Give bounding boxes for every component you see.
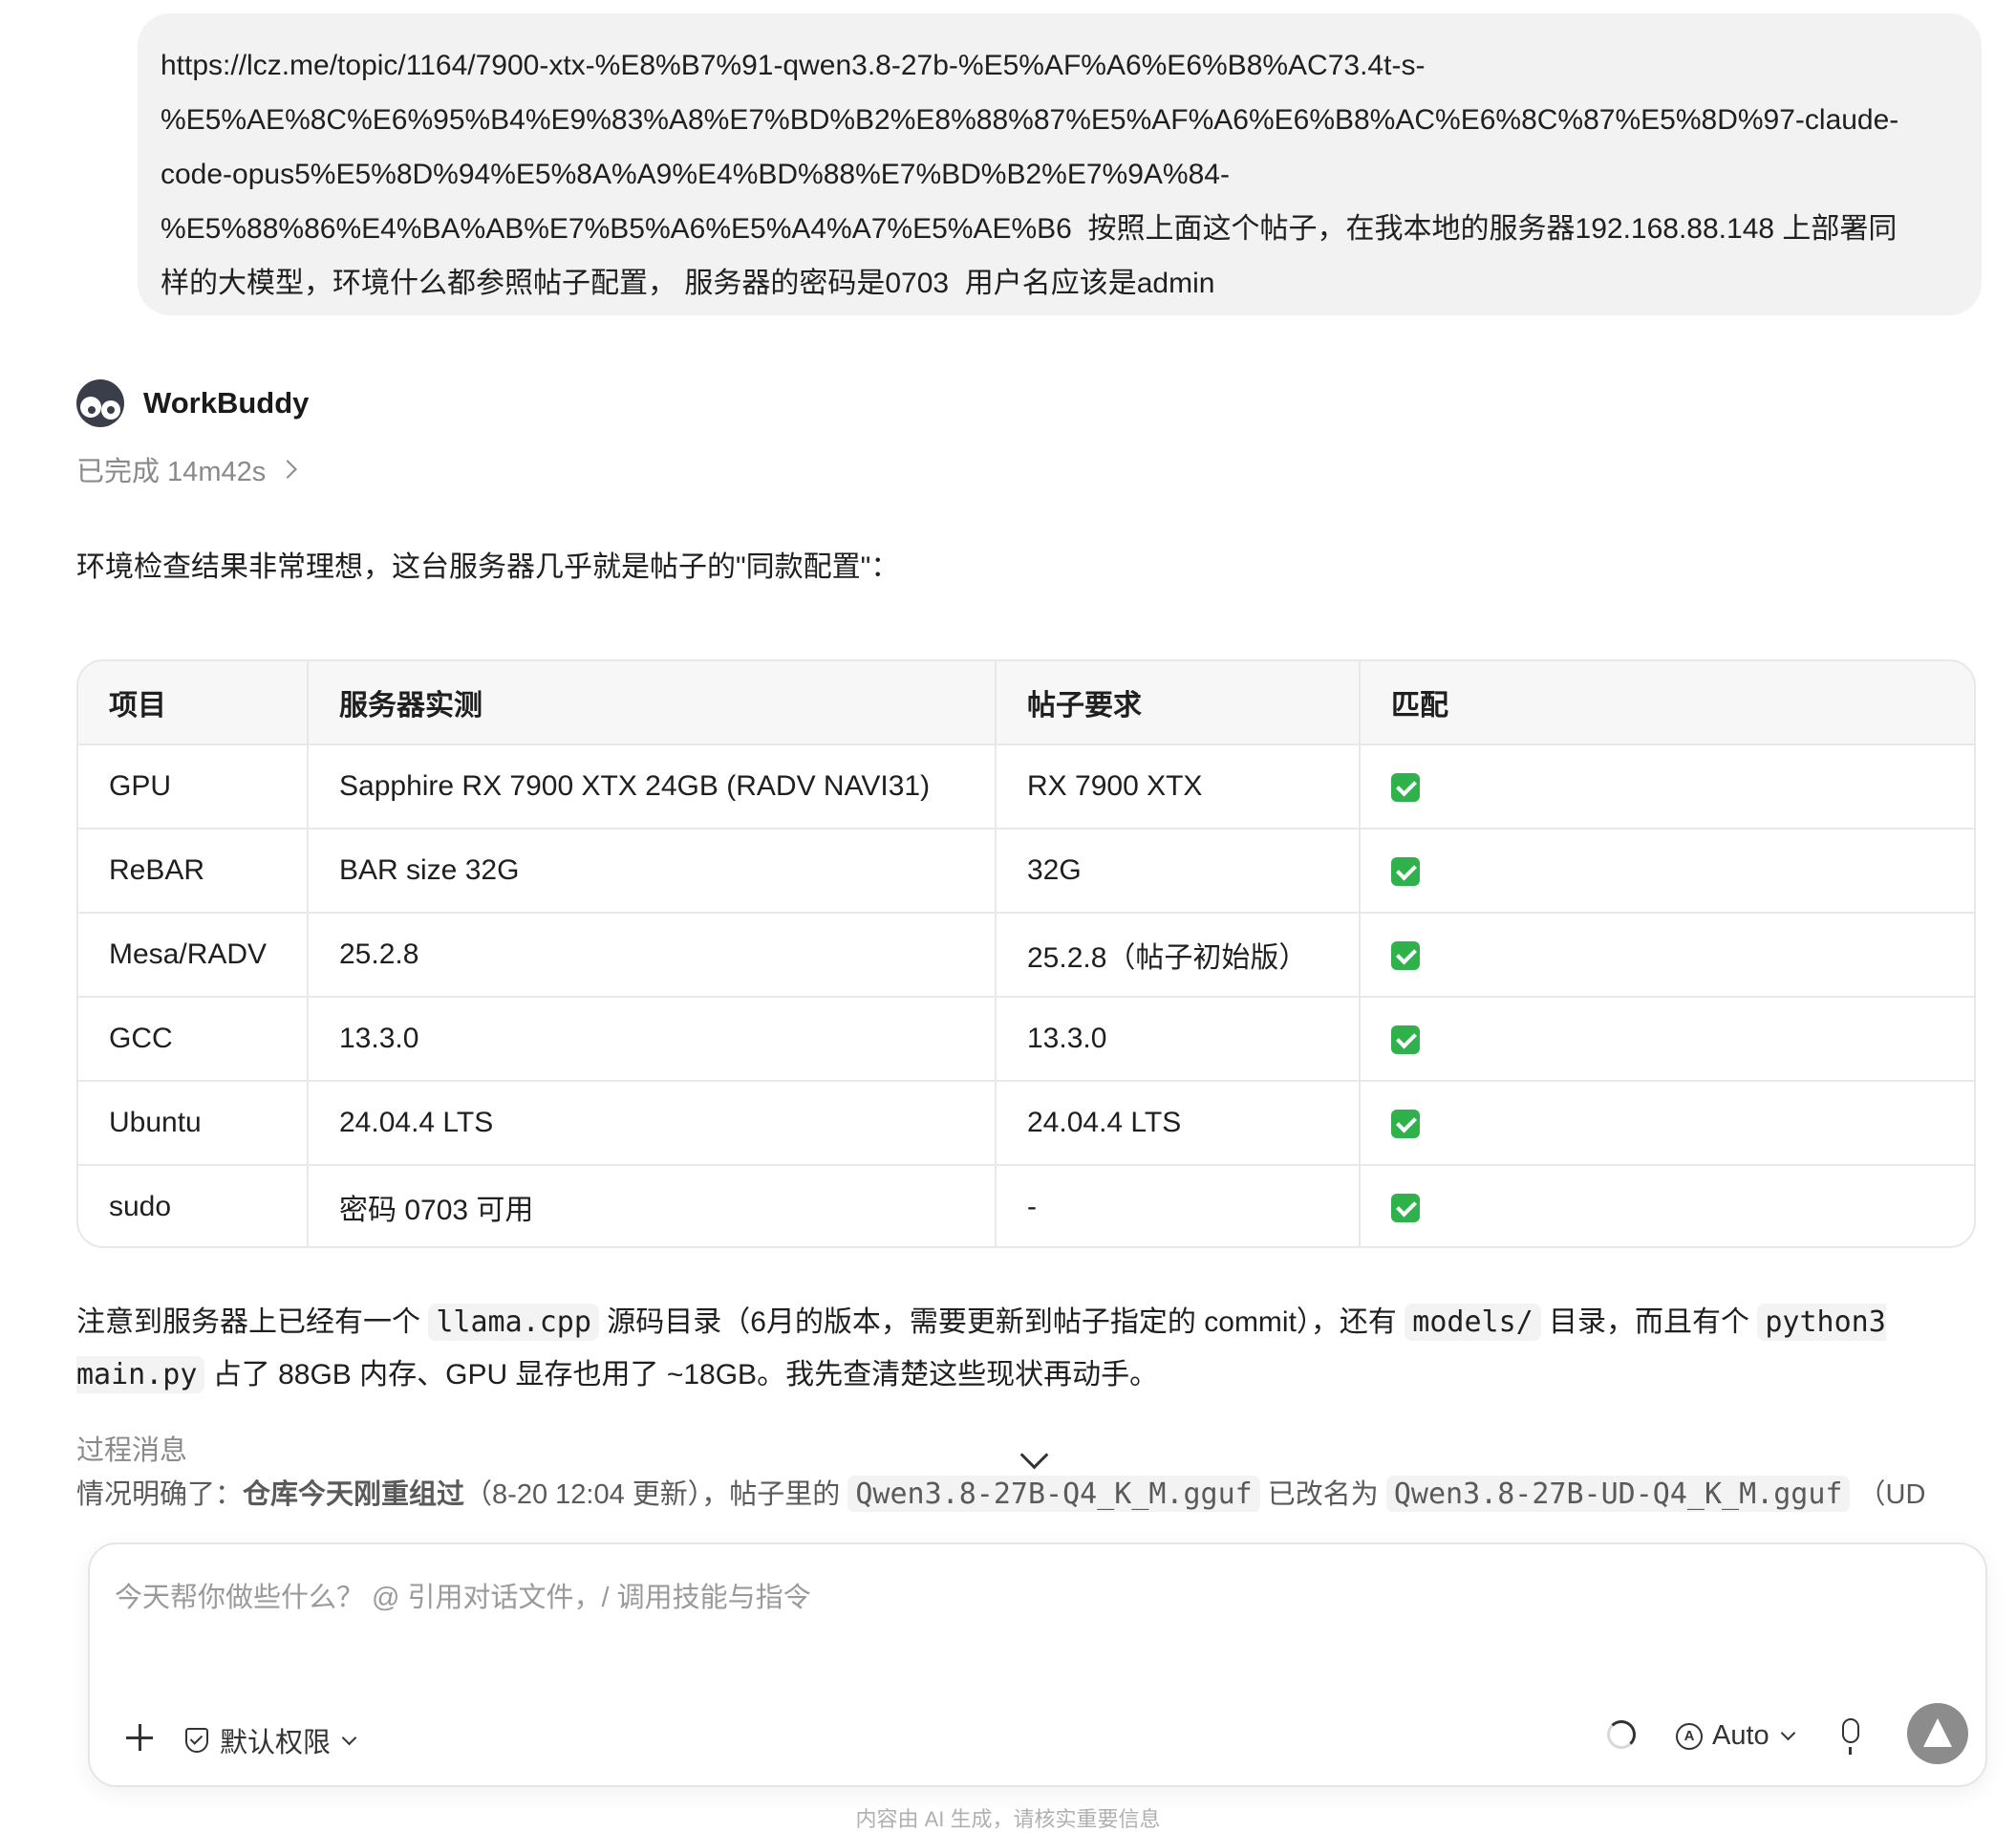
permission-label: 默认权限 bbox=[220, 1728, 332, 1758]
cell-required: - bbox=[996, 1165, 1361, 1246]
cell-match bbox=[1360, 744, 1974, 830]
cell-measured: 25.2.8 bbox=[308, 913, 997, 998]
cell-match bbox=[1360, 1081, 1974, 1166]
table-header-row: 项目 服务器实测 帖子要求 匹配 bbox=[78, 661, 1974, 745]
inline-code: Qwen3.8-27B-UD-Q4_K_M.gguf bbox=[1385, 1476, 1851, 1512]
process-message-preview: 情况明确了：仓库今天刚重组过（8-20 12:04 更新），帖子里的 Qwen3… bbox=[76, 1472, 1968, 1512]
ai-disclaimer: 内容由 AI 生成，请核实重要信息 bbox=[855, 1807, 1161, 1831]
process-text: （8-20 12:04 更新），帖子里的 bbox=[464, 1479, 848, 1510]
note-text: 占了 88GB 内存、GPU 显存也用了 ~18GB。我先查清楚这些现状再动手。 bbox=[204, 1359, 1159, 1391]
cell-item: sudo bbox=[78, 1165, 309, 1246]
cell-required: 25.2.8（帖子初始版） bbox=[996, 913, 1361, 998]
cell-match bbox=[1360, 829, 1974, 914]
shield-check-icon bbox=[185, 1728, 208, 1753]
table-row: Ubuntu 24.04.4 LTS 24.04.4 LTS bbox=[78, 1081, 1974, 1166]
check-mark-icon bbox=[1391, 773, 1420, 803]
user-message-bubble: https://lcz.me/topic/1164/7900-xtx-%E8%B… bbox=[138, 13, 1982, 315]
check-mark-icon bbox=[1391, 1110, 1420, 1139]
cell-measured: 24.04.4 LTS bbox=[308, 1081, 997, 1166]
process-text: （UD bbox=[1850, 1479, 1926, 1510]
inline-code: llama.cpp bbox=[428, 1304, 599, 1341]
cell-required: 24.04.4 LTS bbox=[996, 1081, 1361, 1166]
model-label: Auto bbox=[1712, 1720, 1769, 1751]
comparison-table: 项目 服务器实测 帖子要求 匹配 GPU Sapphire RX 7900 XT… bbox=[76, 659, 1976, 1248]
cell-measured: BAR size 32G bbox=[308, 829, 997, 914]
table-row: GPU Sapphire RX 7900 XTX 24GB (RADV NAVI… bbox=[78, 744, 1974, 830]
inline-code: Qwen3.8-27B-Q4_K_M.gguf bbox=[847, 1476, 1260, 1512]
cell-measured: 密码 0703 可用 bbox=[308, 1165, 997, 1246]
check-mark-icon bbox=[1391, 1025, 1420, 1055]
table-row: ReBAR BAR size 32G 32G bbox=[78, 829, 1974, 914]
microphone-icon[interactable] bbox=[1842, 1718, 1859, 1755]
cell-item: ReBAR bbox=[78, 829, 309, 914]
cell-item: GCC bbox=[78, 997, 309, 1082]
completion-status-text: 已完成 14m42s bbox=[76, 457, 267, 487]
chevron-down-icon bbox=[341, 1730, 357, 1745]
add-attachment-plus-icon[interactable] bbox=[124, 1722, 155, 1753]
check-mark-icon bbox=[1391, 857, 1420, 887]
cell-measured: Sapphire RX 7900 XTX 24GB (RADV NAVI31) bbox=[308, 744, 997, 830]
loading-spinner-icon bbox=[1607, 1720, 1636, 1749]
process-bold-text: 仓库今天刚重组过 bbox=[243, 1479, 465, 1510]
process-text: 已改名为 bbox=[1259, 1479, 1386, 1510]
cell-required: 13.3.0 bbox=[996, 997, 1361, 1082]
table-row: sudo 密码 0703 可用 - bbox=[78, 1165, 1974, 1246]
header-measured: 服务器实测 bbox=[308, 661, 997, 745]
check-mark-icon bbox=[1391, 1194, 1420, 1223]
header-required: 帖子要求 bbox=[996, 661, 1361, 745]
completion-status-toggle[interactable]: 已完成 14m42s bbox=[76, 449, 298, 489]
process-text: 情况明确了： bbox=[76, 1479, 244, 1510]
note-text: 源码目录（6月的版本，需要更新到帖子指定的 commit），还有 bbox=[598, 1306, 1405, 1338]
process-messages-label[interactable]: 过程消息 bbox=[76, 1428, 187, 1468]
cell-match bbox=[1360, 913, 1974, 998]
table-row: GCC 13.3.0 13.3.0 bbox=[78, 997, 1974, 1082]
inline-code: models/ bbox=[1405, 1304, 1541, 1341]
cell-required: 32G bbox=[996, 829, 1361, 914]
cell-item: Mesa/RADV bbox=[78, 913, 309, 998]
assistant-note-paragraph: 注意到服务器上已经有一个 llama.cpp 源码目录（6月的版本，需要更新到帖… bbox=[76, 1296, 1978, 1401]
chevron-right-icon bbox=[278, 460, 298, 479]
assistant-name: WorkBuddy bbox=[143, 386, 310, 420]
composer-input[interactable]: 今天帮你做些什么？ @ 引用对话文件，/ 调用技能与指令 bbox=[115, 1575, 811, 1615]
send-button[interactable] bbox=[1907, 1703, 1968, 1764]
note-text: 目录，而且有个 bbox=[1540, 1306, 1758, 1338]
chevron-down-icon bbox=[1780, 1725, 1795, 1741]
header-item: 项目 bbox=[78, 661, 309, 745]
check-mark-icon bbox=[1391, 941, 1420, 971]
workbuddy-avatar-icon bbox=[76, 379, 124, 427]
note-text: 注意到服务器上已经有一个 bbox=[76, 1306, 429, 1338]
user-message-text: https://lcz.me/topic/1164/7900-xtx-%E8%B… bbox=[161, 50, 1899, 299]
cell-item: Ubuntu bbox=[78, 1081, 309, 1166]
permission-dropdown[interactable]: 默认权限 bbox=[185, 1720, 357, 1760]
cell-item: GPU bbox=[78, 744, 309, 830]
message-composer[interactable]: 今天帮你做些什么？ @ 引用对话文件，/ 调用技能与指令 默认权限 A Auto bbox=[88, 1542, 1987, 1787]
assistant-header: WorkBuddy bbox=[76, 378, 309, 428]
cell-match bbox=[1360, 997, 1974, 1082]
cell-match bbox=[1360, 1165, 1974, 1246]
auto-mode-icon: A bbox=[1676, 1722, 1703, 1750]
table-row: Mesa/RADV 25.2.8 25.2.8（帖子初始版） bbox=[78, 913, 1974, 998]
cell-measured: 13.3.0 bbox=[308, 997, 997, 1082]
model-selector-dropdown[interactable]: A Auto bbox=[1676, 1720, 1795, 1752]
cell-required: RX 7900 XTX bbox=[996, 744, 1361, 830]
header-match: 匹配 bbox=[1360, 661, 1974, 745]
scroll-down-chevron-icon[interactable] bbox=[1019, 1440, 1049, 1470]
assistant-intro: 环境检查结果非常理想，这台服务器几乎就是帖子的"同款配置"： bbox=[76, 551, 900, 583]
